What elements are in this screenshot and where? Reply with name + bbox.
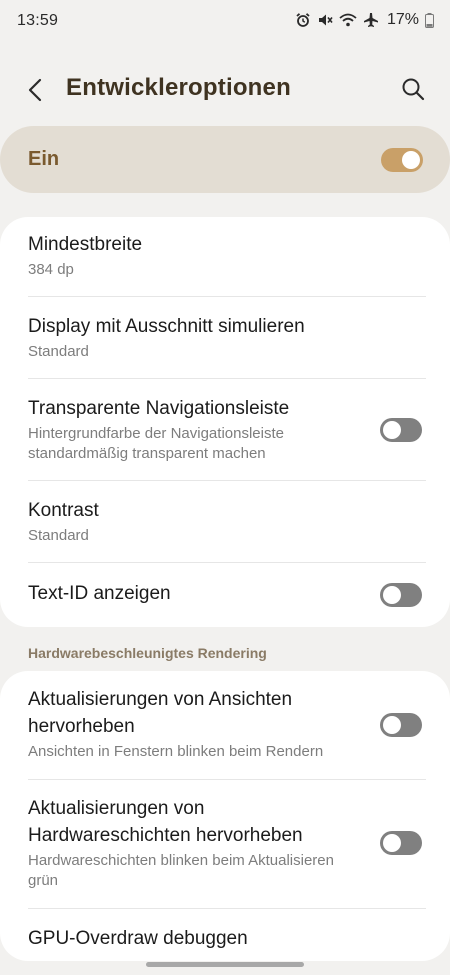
setting-title-line1: Aktualisierungen von Ansichten xyxy=(28,689,293,710)
chevron-left-icon xyxy=(28,78,42,102)
battery-percent: 17% xyxy=(386,11,419,28)
setting-highlight-view-updates[interactable]: Aktualisierungen von Ansichten hervorheb… xyxy=(0,671,450,779)
setting-highlight-hw-layers[interactable]: Aktualisierungen von Hardwareschichten h… xyxy=(0,780,450,908)
toggle-knob xyxy=(383,421,401,439)
setting-subtitle: Ansichten in Fenstern blinken beim Rende… xyxy=(28,743,324,760)
setting-show-text-id[interactable]: Text-ID anzeigen xyxy=(0,563,450,627)
transparent-navbar-toggle[interactable] xyxy=(380,418,422,442)
setting-transparent-navbar[interactable]: Transparente Navigationsleiste Hintergru… xyxy=(0,379,450,481)
airplane-icon xyxy=(363,12,379,28)
mute-icon xyxy=(317,12,333,28)
page-title: Entwickleroptionen xyxy=(66,74,291,101)
toggle-knob xyxy=(383,716,401,734)
setting-title: GPU-Overdraw debuggen xyxy=(28,928,248,949)
master-switch-label: Ein xyxy=(28,148,60,170)
battery-icon xyxy=(425,12,434,28)
wifi-icon xyxy=(339,12,357,28)
settings-card-rendering: Aktualisierungen von Ansichten hervorheb… xyxy=(0,671,450,961)
setting-contrast[interactable]: Kontrast Standard xyxy=(0,481,450,563)
setting-subtitle-line2: standardmäßig transparent machen xyxy=(28,445,266,462)
setting-title: Mindestbreite xyxy=(28,234,143,255)
search-icon xyxy=(402,78,425,101)
master-toggle[interactable] xyxy=(381,148,423,172)
search-button[interactable] xyxy=(400,76,426,102)
show-text-id-toggle[interactable] xyxy=(380,583,422,607)
setting-min-width[interactable]: Mindestbreite 384 dp xyxy=(0,217,450,297)
setting-subtitle: Standard xyxy=(28,527,89,544)
back-button[interactable] xyxy=(22,76,50,104)
setting-display-cutout[interactable]: Display mit Ausschnitt simulieren Standa… xyxy=(0,297,450,379)
setting-gpu-overdraw[interactable]: GPU-Overdraw debuggen xyxy=(0,909,450,961)
setting-title: Kontrast xyxy=(28,500,99,521)
setting-subtitle-line1: Hintergrundfarbe der Navigationsleiste xyxy=(28,425,284,442)
toggle-knob xyxy=(383,586,401,604)
setting-title-line2: Hardwareschichten hervorheben xyxy=(28,825,303,846)
toggle-knob xyxy=(383,834,401,852)
status-time: 13:59 xyxy=(17,12,59,29)
settings-card-display: Mindestbreite 384 dp Display mit Ausschn… xyxy=(0,217,450,627)
setting-title-line1: Aktualisierungen von xyxy=(28,798,205,819)
setting-title: Transparente Navigationsleiste xyxy=(28,398,290,419)
setting-subtitle-line2: grün xyxy=(28,872,59,889)
setting-subtitle: 384 dp xyxy=(28,261,74,278)
section-header: Hardwarebeschleunigtes Rendering xyxy=(28,645,267,661)
highlight-hw-layers-toggle[interactable] xyxy=(380,831,422,855)
master-switch-bar[interactable]: Ein xyxy=(0,126,450,193)
toggle-knob xyxy=(402,151,420,169)
status-bar: 13:59 17% xyxy=(0,0,450,44)
setting-subtitle-line1: Hardwareschichten blinken beim Aktualisi… xyxy=(28,852,334,869)
setting-title-line2: hervorheben xyxy=(28,716,135,737)
app-bar: Entwickleroptionen xyxy=(0,60,450,118)
setting-subtitle: Standard xyxy=(28,343,89,360)
setting-title: Display mit Ausschnitt simulieren xyxy=(28,316,305,337)
alarm-icon xyxy=(295,12,311,28)
status-icons: 17% xyxy=(295,11,434,29)
setting-title: Text-ID anzeigen xyxy=(28,583,171,604)
home-indicator[interactable] xyxy=(146,962,304,967)
highlight-view-updates-toggle[interactable] xyxy=(380,713,422,737)
